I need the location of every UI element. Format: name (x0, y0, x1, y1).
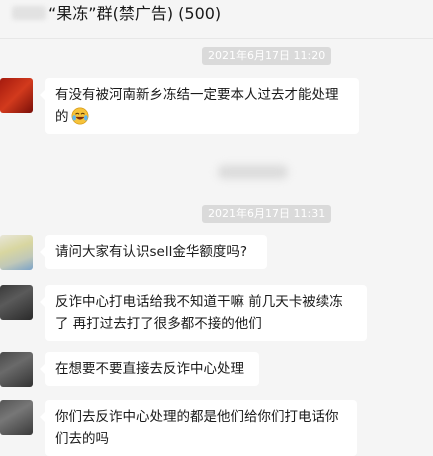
laughing-crying-emoji-icon (71, 107, 88, 125)
avatar[interactable] (0, 235, 33, 270)
timestamp: 2021年6月17日 11:20 (202, 47, 332, 65)
message-bubble: 你们去反诈中心处理的都是他们给你们打电话你 们去的吗 (40, 400, 357, 456)
avatar[interactable] (0, 285, 33, 320)
message-bubble: 有没有被河南新乡冻结一定要本人过去才能处理 的 (40, 78, 359, 134)
message-line: 有没有被河南新乡冻结一定要本人过去才能处理 (55, 87, 339, 103)
avatar[interactable] (0, 78, 33, 113)
chat-header: “果冻”群(禁广告) (500) (0, 0, 433, 39)
message-line: 了 再打过去打了很多都不接的他们 (55, 316, 262, 332)
blurred-area (218, 165, 288, 179)
message-line: 反诈中心打电话给我不知道干嘛 前几天卡被续冻 (55, 294, 343, 310)
message-line: 请问大家有认识sell金华额度吗? (55, 244, 248, 260)
message-line: 们去的吗 (55, 431, 109, 447)
message-bubble: 在想要不要直接去反诈中心处理 (40, 352, 259, 386)
avatar[interactable] (0, 352, 33, 387)
message-bubble: 反诈中心打电话给我不知道干嘛 前几天卡被续冻 了 再打过去打了很多都不接的他们 (40, 285, 367, 341)
message-bubble: 请问大家有认识sell金华额度吗? (40, 235, 267, 269)
blurred-back-button[interactable] (12, 6, 46, 20)
message-line: 的 (55, 106, 349, 128)
message-line: 在想要不要直接去反诈中心处理 (55, 361, 244, 377)
chat-title: “果冻”群(禁广告) (500) (48, 4, 222, 23)
avatar[interactable] (0, 400, 33, 435)
timestamp: 2021年6月17日 11:31 (202, 205, 332, 223)
message-line: 你们去反诈中心处理的都是他们给你们打电话你 (55, 409, 339, 425)
